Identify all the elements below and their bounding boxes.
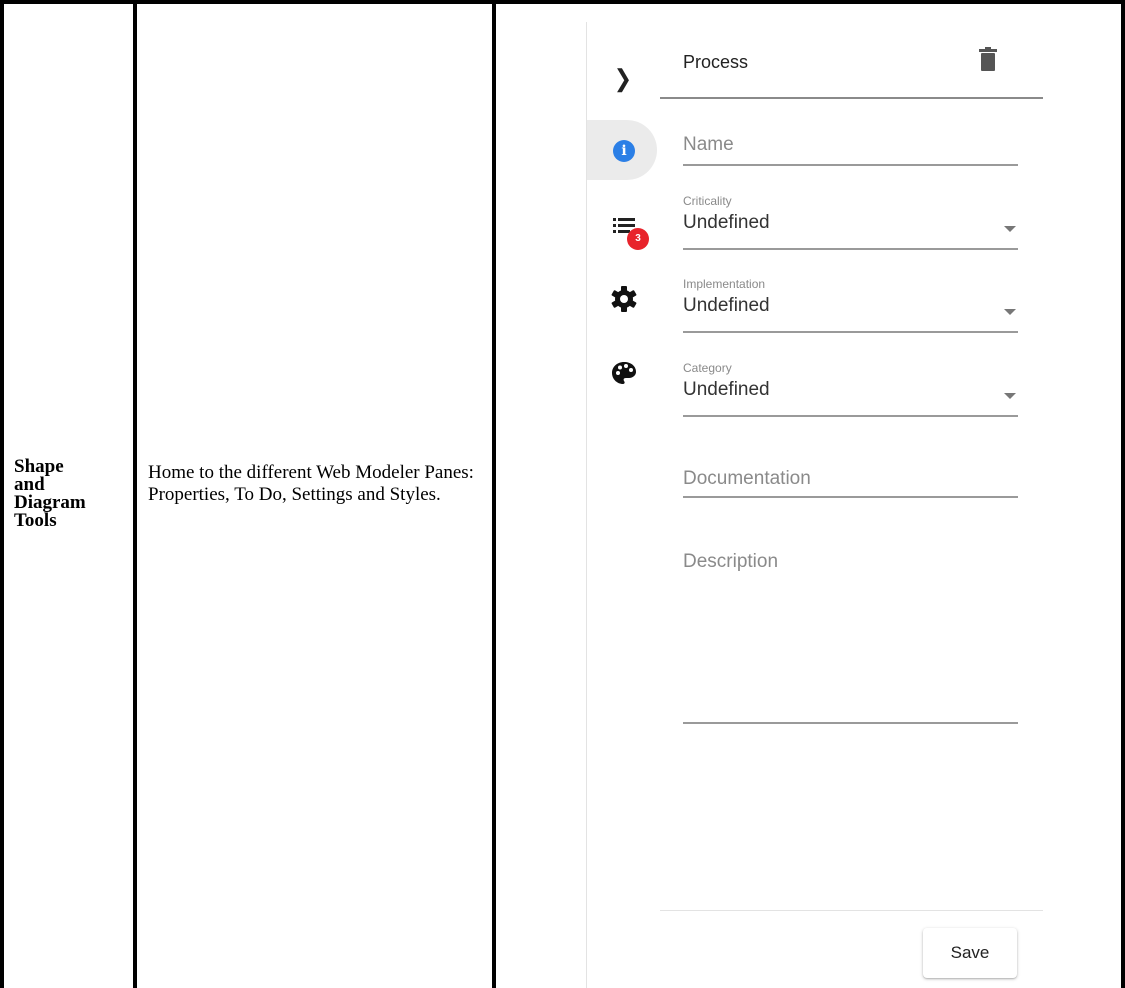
palette-icon[interactable] [611, 360, 637, 386]
criticality-label: Criticality [683, 194, 732, 208]
category-label: Category [683, 361, 732, 375]
trash-icon[interactable] [978, 47, 998, 71]
documentation-underline [683, 496, 1018, 498]
pane-title: Process [683, 52, 749, 72]
properties-pane: ❯ Process i 3 Name Criticality Undefined… [586, 22, 1043, 988]
implementation-label: Implementation [683, 277, 766, 291]
implementation-value: Undefined [683, 295, 770, 316]
implementation-select[interactable]: Implementation Undefined [683, 277, 1018, 333]
name-field[interactable]: Name [683, 134, 1018, 166]
row-title-line: Tools [14, 510, 57, 531]
chevron-right-icon[interactable]: ❯ [611, 65, 635, 94]
description-placeholder: Description [683, 551, 779, 572]
table-left-border [0, 0, 4, 988]
footer-divider [660, 910, 1043, 911]
category-value: Undefined [683, 379, 770, 400]
table-top-border [0, 0, 1125, 4]
category-select[interactable]: Category Undefined [683, 361, 1018, 417]
gear-icon[interactable] [611, 286, 637, 312]
category-underline [683, 415, 1018, 417]
todo-count-badge: 3 [627, 228, 649, 250]
criticality-underline [683, 248, 1018, 250]
name-underline [683, 164, 1018, 166]
header-divider [660, 97, 1043, 99]
save-button[interactable]: Save [923, 928, 1017, 978]
info-icon[interactable]: i [613, 140, 635, 162]
description-underline [683, 722, 1018, 724]
chevron-down-icon[interactable] [1004, 309, 1016, 315]
documentation-field[interactable]: Documentation [683, 468, 1018, 498]
documentation-placeholder: Documentation [683, 468, 811, 489]
row-description: Home to the different Web Modeler Panes:… [148, 462, 474, 505]
name-placeholder: Name [683, 134, 734, 155]
table-right-border [1121, 0, 1125, 988]
chevron-down-icon[interactable] [1004, 393, 1016, 399]
criticality-value: Undefined [683, 212, 770, 233]
row-title: Shape and Diagram Tools [14, 457, 124, 531]
table-column-divider-2 [492, 0, 496, 988]
chevron-down-icon[interactable] [1004, 226, 1016, 232]
table-column-divider-1 [133, 0, 137, 988]
criticality-select[interactable]: Criticality Undefined [683, 194, 1018, 250]
implementation-underline [683, 331, 1018, 333]
description-textarea[interactable]: Description [683, 551, 1018, 724]
